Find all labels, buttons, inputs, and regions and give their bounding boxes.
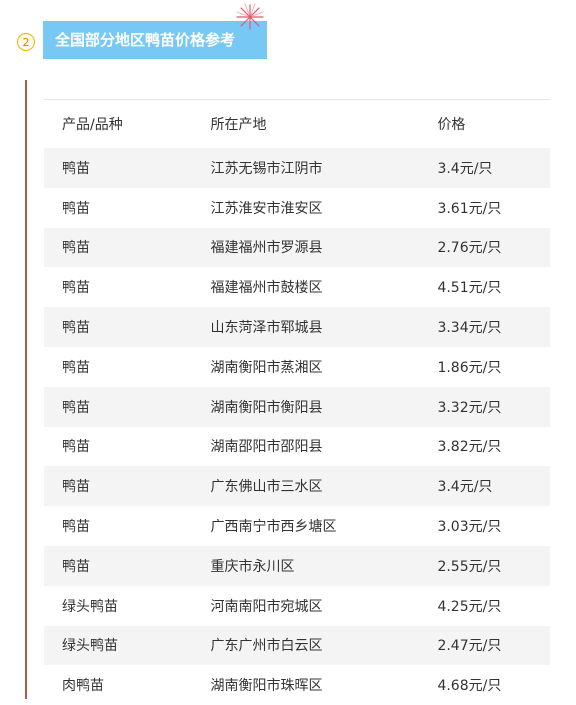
cell-price: 3.03元/只 (437, 519, 502, 536)
cell-product: 鸭苗 (62, 439, 90, 456)
table-row: 鸭苗 山东菏泽市郓城县 3.34元/只 (44, 307, 550, 347)
table-row: 鸭苗 广西南宁市西乡塘区 3.03元/只 (44, 506, 550, 546)
cell-price: 4.51元/只 (437, 280, 502, 297)
cell-price: 3.82元/只 (437, 439, 502, 456)
table-row: 绿头鸭苗 广东广州市白云区 2.47元/只 (44, 625, 550, 666)
table-header-row: 产品/品种 所在产地 价格 (44, 100, 550, 149)
cell-price: 2.47元/只 (437, 625, 550, 666)
cell-origin: 福建福州市鼓楼区 (210, 280, 323, 297)
cell-origin: 重庆市永川区 (210, 545, 438, 586)
cell-origin: 江苏无锡市江阴市 (210, 148, 438, 188)
cell-price: 2.76元/只 (437, 227, 550, 268)
cell-origin: 湖南衡阳市蒸湘区 (210, 359, 323, 376)
cell-price: 3.32元/只 (437, 386, 550, 427)
cell-price: 3.4元/只 (437, 148, 550, 188)
cell-product: 肉鸭苗 (62, 678, 104, 695)
cell-origin: 湖南衡阳市珠晖区 (210, 678, 323, 695)
cell-product: 鸭苗 (44, 227, 211, 268)
header-product: 产品/品种 (62, 117, 123, 133)
price-table: 产品/品种 所在产地 价格 鸭苗 江苏无锡市江阴市 3.4元/只 鸭苗 江苏淮安… (44, 99, 550, 705)
cell-product: 绿头鸭苗 (44, 625, 211, 666)
cell-origin: 福建福州市罗源县 (210, 227, 438, 268)
table-row: 鸭苗 福建福州市罗源县 2.76元/只 (44, 227, 550, 268)
cell-product: 鸭苗 (62, 200, 90, 217)
table-row: 绿头鸭苗 河南南阳市宛城区 4.25元/只 (44, 586, 550, 626)
cell-origin: 湖南邵阳市邵阳县 (210, 439, 323, 456)
cell-product: 鸭苗 (44, 386, 211, 427)
header-origin: 所在产地 (210, 117, 267, 133)
cell-origin: 山东菏泽市郓城县 (210, 307, 438, 347)
cell-origin: 广东广州市白云区 (210, 625, 438, 666)
left-accent-rule (25, 80, 27, 699)
cell-price: 3.34元/只 (437, 307, 550, 347)
cell-price: 2.55元/只 (437, 545, 550, 586)
cell-product: 鸭苗 (62, 519, 90, 536)
table-row: 鸭苗 广东佛山市三水区 3.4元/只 (44, 466, 550, 507)
table-row: 鸭苗 湖南衡阳市衡阳县 3.32元/只 (44, 386, 550, 427)
table-row: 鸭苗 重庆市永川区 2.55元/只 (44, 545, 550, 586)
cell-product: 鸭苗 (62, 280, 90, 297)
cell-origin: 江苏淮安市淮安区 (210, 200, 323, 217)
cell-origin: 广西南宁市西乡塘区 (210, 519, 337, 536)
cell-origin: 广东佛山市三水区 (210, 466, 438, 507)
cell-product: 鸭苗 (62, 359, 90, 376)
cell-price: 4.68元/只 (437, 678, 502, 695)
cell-product: 鸭苗 (44, 307, 211, 347)
cell-product: 鸭苗 (44, 148, 211, 188)
table-row: 鸭苗 江苏淮安市淮安区 3.61元/只 (44, 188, 550, 228)
section-header: 2 全国部分地区鸭苗价格参考 (0, 0, 576, 70)
header-price: 价格 (437, 117, 466, 133)
table-row: 肉鸭苗 湖南衡阳市珠晖区 4.68元/只 (44, 665, 550, 705)
table-row: 鸭苗 湖南衡阳市蒸湘区 1.86元/只 (44, 347, 550, 387)
cell-origin: 湖南衡阳市衡阳县 (210, 386, 438, 427)
cell-price: 1.86元/只 (437, 359, 502, 376)
cell-origin: 河南南阳市宛城区 (210, 598, 323, 615)
cell-product: 绿头鸭苗 (62, 598, 118, 615)
table-row: 鸭苗 湖南邵阳市邵阳县 3.82元/只 (44, 427, 550, 467)
cell-product: 鸭苗 (44, 545, 211, 586)
cell-price: 3.4元/只 (437, 466, 550, 507)
cell-price: 3.61元/只 (437, 200, 502, 217)
table-row: 鸭苗 江苏无锡市江阴市 3.4元/只 (44, 148, 550, 188)
table-row: 鸭苗 福建福州市鼓楼区 4.51元/只 (44, 267, 550, 307)
cell-product: 鸭苗 (44, 466, 211, 507)
firework-icon (236, 3, 264, 30)
section-title: 全国部分地区鸭苗价格参考 (55, 31, 236, 49)
cell-price: 4.25元/只 (437, 598, 502, 615)
step-number-badge: 2 (17, 33, 35, 51)
